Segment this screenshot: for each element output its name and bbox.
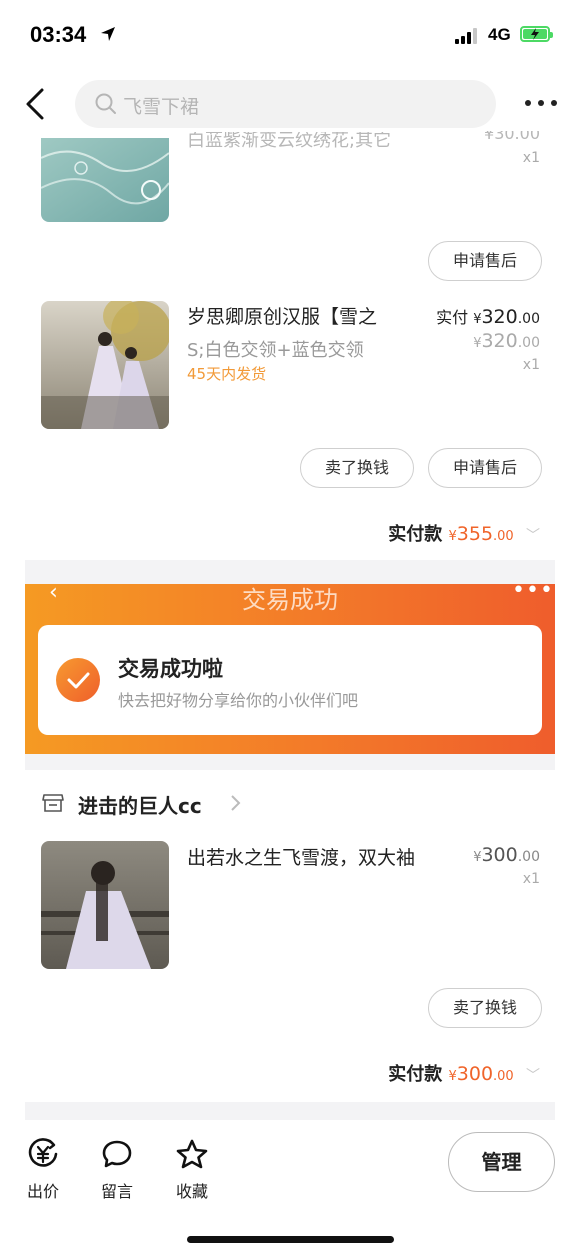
battery-icon (520, 26, 553, 42)
bottom-bar: 出价 留言 收藏 管理 (0, 1120, 580, 1256)
shop-name[interactable]: 进击的巨人cc (78, 790, 202, 819)
resell-button[interactable]: 卖了换钱 (300, 448, 414, 488)
order-total[interactable]: 实付款 ¥300.00 ﹀ (388, 1060, 540, 1086)
check-circle-icon (56, 658, 100, 702)
signal-icon (455, 28, 481, 44)
search-icon (95, 93, 116, 114)
product-qty: x1 (522, 150, 540, 166)
product-price: ¥300.00 (473, 844, 540, 866)
resell-button[interactable]: 卖了换钱 (428, 988, 542, 1028)
divider (25, 560, 555, 584)
network-type: 4G (488, 25, 511, 44)
chevron-down-icon: ﹀ (526, 1068, 540, 1084)
message-button[interactable]: 留言 (92, 1138, 142, 1202)
paid-price: 实付 ¥320.00 (436, 306, 540, 328)
product-title[interactable]: 出若水之生飞雪渡，双大袖 (187, 843, 415, 870)
shipping-time: 45天内发货 (187, 365, 267, 383)
clock: 03:34 (30, 22, 86, 48)
favorite-button[interactable]: 收藏 (167, 1138, 217, 1202)
product-thumbnail[interactable] (41, 301, 169, 429)
after-sale-button[interactable]: 申请售后 (428, 241, 542, 281)
order-total[interactable]: 实付款 ¥355.00 ﹀ (388, 520, 540, 546)
product-qty: x1 (522, 871, 540, 887)
home-indicator (187, 1236, 394, 1243)
original-price: ¥320.00 (473, 330, 540, 352)
status-bar: 03:34 4G (0, 0, 580, 70)
chevron-down-icon: ﹀ (526, 528, 540, 544)
more-icon: ••• (512, 584, 554, 603)
product-thumbnail[interactable] (41, 138, 169, 222)
after-sale-button[interactable]: 申请售后 (428, 448, 542, 488)
search-input[interactable]: 飞雪下裙 (75, 80, 496, 128)
divider (25, 1102, 555, 1120)
product-thumbnail[interactable] (41, 841, 169, 969)
comment-icon (102, 1140, 132, 1168)
top-nav: 飞雪下裙 (0, 70, 580, 138)
trade-success-banner: ‹ 交易成功 ••• 交易成功啦 快去把好物分享给你的小伙伴们吧 (25, 584, 555, 754)
product-spec: S;白色交领+蓝色交领 (187, 340, 364, 361)
success-card: 交易成功啦 快去把好物分享给你的小伙伴们吧 (38, 625, 542, 735)
success-subtitle: 快去把好物分享给你的小伙伴们吧 (118, 691, 359, 710)
back-arrow-icon[interactable] (22, 86, 52, 122)
time-text: 03:34 (30, 22, 87, 47)
banner-title: 交易成功 (242, 586, 338, 614)
location-arrow-icon (101, 27, 115, 41)
more-icon[interactable] (525, 100, 561, 108)
star-icon (176, 1139, 208, 1169)
shop-icon (42, 794, 64, 812)
chevron-right-icon (231, 795, 241, 811)
divider (25, 754, 555, 770)
price-offer-icon (28, 1138, 58, 1167)
product-title[interactable]: 岁思卿原创汉服【雪之 (187, 302, 377, 329)
search-placeholder: 飞雪下裙 (123, 96, 200, 118)
product-qty: x1 (522, 357, 540, 373)
offer-button[interactable]: 出价 (18, 1138, 68, 1202)
manage-button[interactable]: 管理 (448, 1132, 555, 1192)
success-title: 交易成功啦 (118, 657, 223, 681)
